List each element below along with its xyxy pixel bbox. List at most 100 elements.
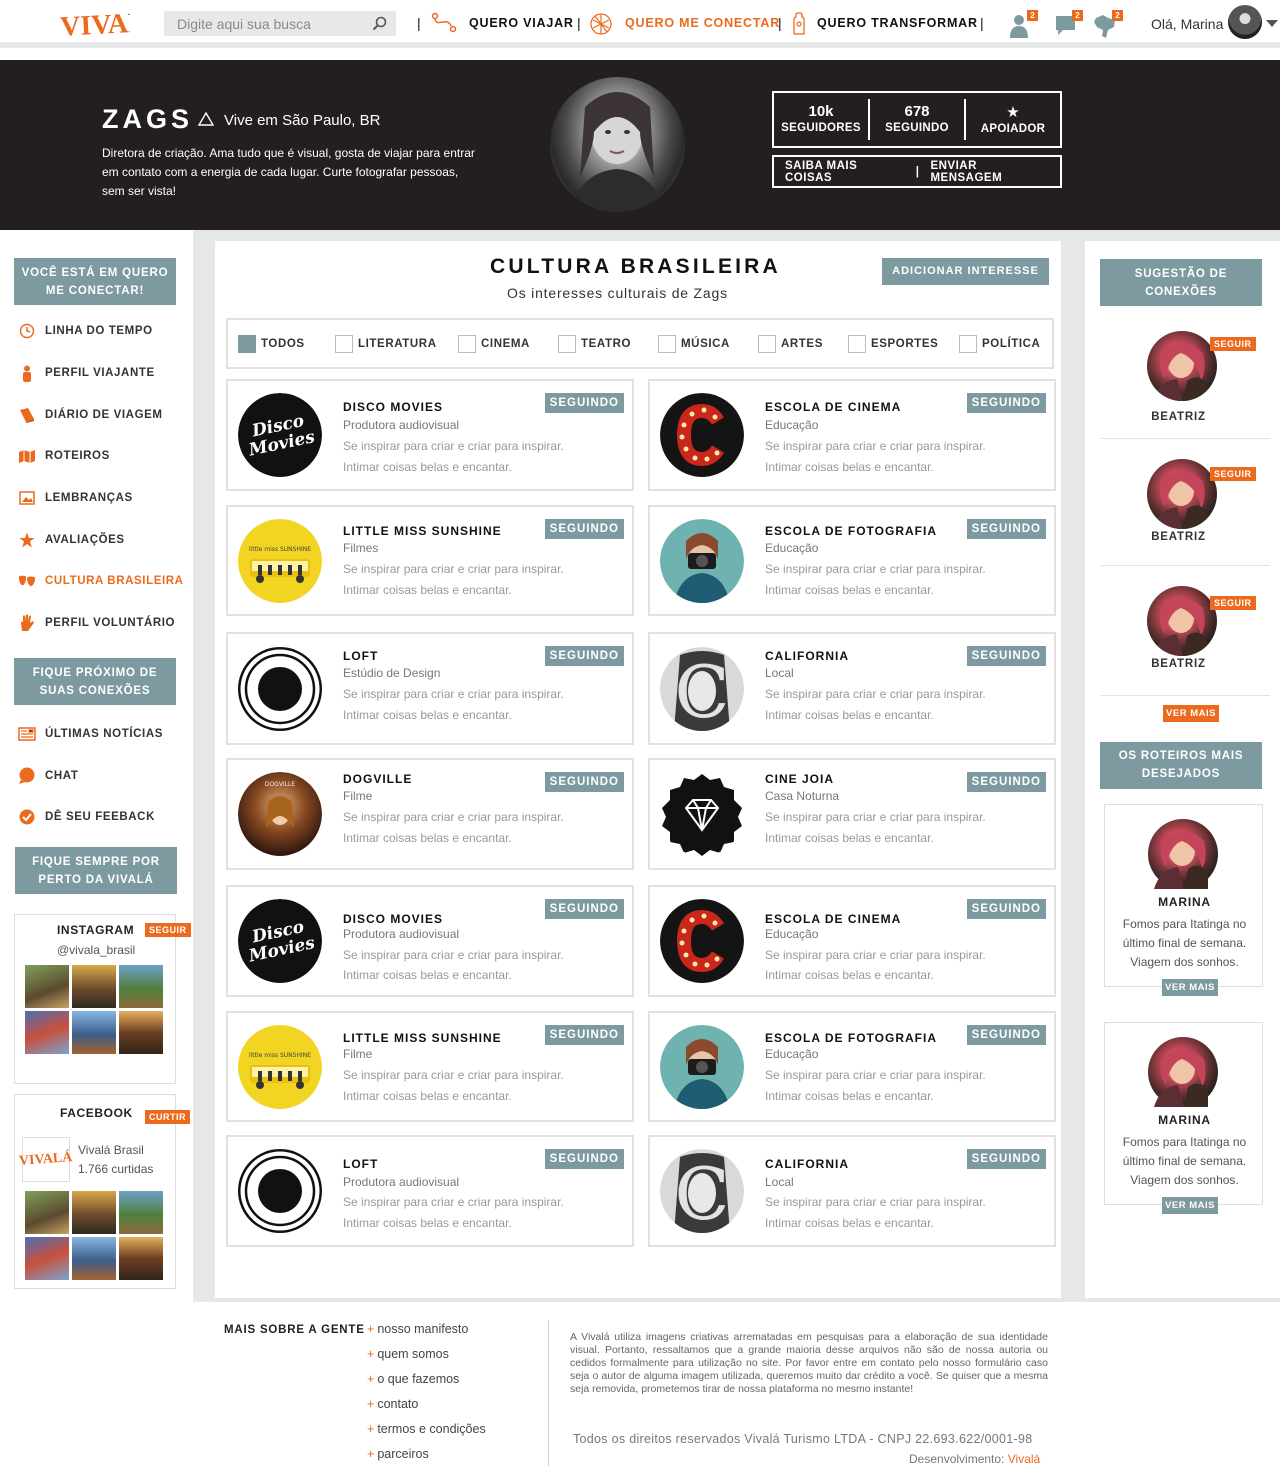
following-button[interactable]: SEGUINDO bbox=[544, 1149, 624, 1169]
interest-image[interactable] bbox=[238, 1149, 322, 1233]
filter-literatura[interactable]: LITERATURA bbox=[335, 335, 437, 353]
filter-checkbox[interactable] bbox=[959, 335, 977, 353]
nav-quero-viajar[interactable]: QUERO VIAJAR bbox=[469, 16, 574, 30]
filter-cinema[interactable]: CINEMA bbox=[458, 335, 530, 353]
interest-name[interactable]: LITTLE MISS SUNSHINE bbox=[343, 524, 502, 538]
route-author-avatar[interactable] bbox=[1148, 1037, 1218, 1107]
interest-image[interactable]: Disco Movies bbox=[238, 899, 322, 983]
footer-link[interactable]: + contato bbox=[367, 1397, 418, 1411]
sidebar-item-últimas-notícias[interactable]: ÚLTIMAS NOTÍCIAS bbox=[18, 724, 163, 744]
route-author-avatar[interactable] bbox=[1148, 819, 1218, 889]
sidebar-item-avaliações[interactable]: AVALIAÇÕES bbox=[18, 530, 125, 550]
suggestion-name[interactable]: BEATRIZ bbox=[1100, 531, 1257, 543]
stat-supporter[interactable]: ★ APOIADOR bbox=[966, 99, 1060, 140]
interest-card[interactable]: C CALIFORNIA Local Se inspirar para criar e… bbox=[648, 632, 1056, 745]
following-button[interactable]: SEGUINDO bbox=[544, 772, 624, 792]
footer-link[interactable]: + termos e condições bbox=[367, 1422, 486, 1436]
sidebar-item-diário-de-viagem[interactable]: DIÁRIO DE VIAGEM bbox=[18, 405, 163, 425]
photo-thumb[interactable] bbox=[72, 1191, 116, 1234]
filter-checkbox[interactable] bbox=[335, 335, 353, 353]
photo-thumb[interactable] bbox=[25, 965, 69, 1008]
footer-link[interactable]: + o que fazemos bbox=[367, 1372, 459, 1386]
interest-card[interactable]: DOGVILLE DOGVILLE Filme Se inspirar para cr… bbox=[226, 758, 634, 870]
interest-name[interactable]: ESCOLA DE FOTOGRAFIA bbox=[765, 524, 937, 538]
ver-mais-route-button[interactable]: VER MAIS bbox=[1162, 1197, 1218, 1214]
photo-thumb[interactable] bbox=[119, 1011, 163, 1054]
vivala-logo[interactable]: VIVALÁ bbox=[58, 4, 168, 43]
interest-image[interactable] bbox=[238, 647, 322, 731]
interest-name[interactable]: LITTLE MISS SUNSHINE bbox=[343, 1031, 502, 1045]
interest-name[interactable]: LOFT bbox=[343, 1157, 378, 1171]
chevron-down-icon[interactable] bbox=[1266, 20, 1278, 27]
stat-followers[interactable]: 10k SEGUIDORES bbox=[774, 99, 870, 140]
seguir-button[interactable]: SEGUIR bbox=[1210, 337, 1256, 351]
filter-checkbox[interactable] bbox=[238, 335, 256, 353]
interest-image[interactable]: little miss SUNSHINE bbox=[238, 1025, 322, 1109]
interest-image[interactable]: Disco Movies bbox=[238, 393, 322, 477]
user-greeting[interactable]: Olá, Marina bbox=[1151, 16, 1223, 32]
ver-mais-suggestions-button[interactable]: VER MAIS bbox=[1163, 705, 1219, 722]
interest-name[interactable]: DISCO MOVIES bbox=[343, 912, 443, 926]
following-button[interactable]: SEGUINDO bbox=[544, 646, 624, 666]
interest-name[interactable]: CALIFORNIA bbox=[765, 1157, 849, 1171]
suggestion-name[interactable]: BEATRIZ bbox=[1100, 658, 1257, 670]
user-avatar[interactable] bbox=[1228, 5, 1262, 39]
interest-card[interactable]: LOFT Estúdio de Design Se inspirar para cr… bbox=[226, 632, 634, 745]
interest-name[interactable]: CINE JOIA bbox=[765, 772, 834, 786]
following-button[interactable]: SEGUINDO bbox=[544, 519, 624, 539]
interest-card[interactable]: CINE JOIA Casa Noturna Se inspirar para cr… bbox=[648, 758, 1056, 870]
interest-image[interactable] bbox=[660, 393, 744, 477]
interest-image[interactable]: little miss SUNSHINE bbox=[238, 519, 322, 603]
suggestion-avatar[interactable] bbox=[1147, 331, 1217, 401]
following-button[interactable]: SEGUINDO bbox=[966, 772, 1046, 792]
interest-image[interactable] bbox=[660, 1025, 744, 1109]
suggestion-name[interactable]: BEATRIZ bbox=[1100, 411, 1257, 423]
photo-thumb[interactable] bbox=[25, 1237, 69, 1280]
sidebar-item-cultura-brasileira[interactable]: CULTURA BRASILEIRA bbox=[18, 571, 184, 591]
developer-link[interactable]: Vivalá bbox=[1008, 1452, 1040, 1466]
photo-thumb[interactable] bbox=[25, 1011, 69, 1054]
photo-thumb[interactable] bbox=[72, 1011, 116, 1054]
following-button[interactable]: SEGUINDO bbox=[966, 646, 1046, 666]
sidebar-item-perfil-voluntário[interactable]: PERFIL VOLUNTÁRIO bbox=[18, 613, 175, 633]
photo-thumb[interactable] bbox=[25, 1191, 69, 1234]
sidebar-item-chat[interactable]: CHAT bbox=[18, 766, 79, 786]
photo-thumb[interactable] bbox=[119, 965, 163, 1008]
following-button[interactable]: SEGUINDO bbox=[966, 1025, 1046, 1045]
following-button[interactable]: SEGUINDO bbox=[966, 899, 1046, 919]
sidebar-item-lembranças[interactable]: LEMBRANÇAS bbox=[18, 488, 133, 508]
sidebar-item-linha-do-tempo[interactable]: LINHA DO TEMPO bbox=[18, 321, 153, 341]
filter-política[interactable]: POLÍTICA bbox=[959, 335, 1040, 353]
enviar-mensagem-button[interactable]: ENVIAR MENSAGEM bbox=[919, 160, 1060, 184]
route-author-name[interactable]: MARINA bbox=[1105, 1113, 1264, 1127]
filter-esportes[interactable]: ESPORTES bbox=[848, 335, 938, 353]
interest-card[interactable]: ESCOLA DE CINEMA Educação Se inspirar para… bbox=[648, 885, 1056, 997]
curtir-facebook-button[interactable]: CURTIR bbox=[145, 1110, 190, 1124]
following-button[interactable]: SEGUINDO bbox=[544, 1025, 624, 1045]
photo-thumb[interactable] bbox=[72, 965, 116, 1008]
interest-card[interactable]: Disco Movies DISCO MOVIES Produtora audiovi… bbox=[226, 379, 634, 491]
stat-following[interactable]: 678 SEGUINDO bbox=[870, 99, 966, 140]
interest-name[interactable]: ESCOLA DE CINEMA bbox=[765, 912, 901, 926]
nav-quero-transformar[interactable]: QUERO TRANSFORMAR bbox=[817, 16, 978, 30]
filter-artes[interactable]: ARTES bbox=[758, 335, 823, 353]
following-button[interactable]: SEGUINDO bbox=[544, 899, 624, 919]
interest-card[interactable]: ESCOLA DE FOTOGRAFIA Educação Se inspirar … bbox=[648, 505, 1056, 616]
following-button[interactable]: SEGUINDO bbox=[966, 1149, 1046, 1169]
interest-card[interactable]: ESCOLA DE CINEMA Educação Se inspirar para… bbox=[648, 379, 1056, 491]
filter-checkbox[interactable] bbox=[658, 335, 676, 353]
sidebar-item-roteiros[interactable]: ROTEIROS bbox=[18, 446, 110, 466]
notif-map[interactable]: 2 bbox=[1093, 10, 1123, 40]
interest-image[interactable]: C bbox=[660, 647, 744, 731]
notif-user[interactable]: 2 bbox=[1010, 10, 1038, 40]
photo-thumb[interactable] bbox=[72, 1237, 116, 1280]
photo-thumb[interactable] bbox=[119, 1237, 163, 1280]
footer-link[interactable]: + quem somos bbox=[367, 1347, 449, 1361]
seguir-button[interactable]: SEGUIR bbox=[1210, 467, 1256, 481]
interest-image[interactable] bbox=[660, 519, 744, 603]
interest-card[interactable]: ESCOLA DE FOTOGRAFIA Educação Se inspirar … bbox=[648, 1011, 1056, 1122]
footer-link[interactable]: + parceiros bbox=[367, 1447, 429, 1461]
interest-card[interactable]: Disco Movies DISCO MOVIES Produtora audiovi… bbox=[226, 885, 634, 997]
seguir-button[interactable]: SEGUIR bbox=[1210, 596, 1256, 610]
search-icon[interactable] bbox=[372, 16, 387, 36]
